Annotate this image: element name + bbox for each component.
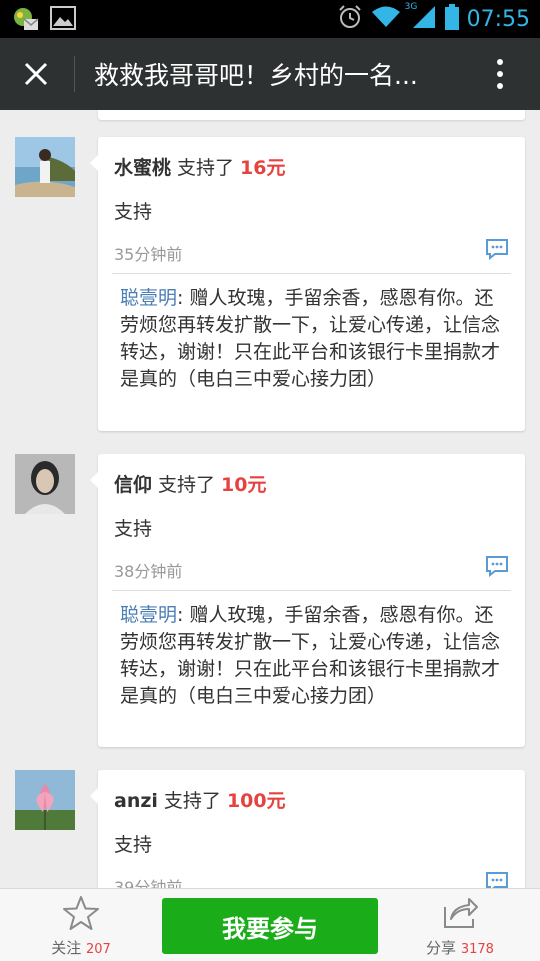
- support-time: 38分钟前: [114, 562, 183, 581]
- supporter-name[interactable]: 信仰: [114, 474, 152, 496]
- previous-card-bottom: [98, 110, 525, 120]
- image-notification-icon: [50, 6, 76, 36]
- share-button[interactable]: 分享 3178: [410, 895, 510, 958]
- support-card: 水蜜桃 支持了 16元 支持 35分钟前 聪壹明: 赠人玫瑰，手留余香，感恩有你。还…: [90, 137, 525, 431]
- comment-icon: [486, 239, 508, 261]
- reply-body: : 赠人玫瑰，手留余香，感恩有你。还劳烦您再转发扩散一下，让爱心传递，让信念转达…: [120, 604, 501, 707]
- support-time: 35分钟前: [114, 245, 183, 264]
- title-divider: [74, 56, 75, 92]
- reply-body: : 赠人玫瑰，手留余香，感恩有你。还劳烦您再转发扩散一下，让爱心传递，让信念转达…: [120, 287, 501, 390]
- support-message: 支持: [114, 201, 153, 223]
- comment-button[interactable]: [485, 237, 509, 261]
- supporter-line: 水蜜桃 支持了 16元: [114, 153, 285, 180]
- support-message: 支持: [114, 834, 153, 856]
- more-dot: [497, 59, 503, 65]
- more-menu-button[interactable]: [482, 56, 518, 92]
- support-verb: 支持了: [163, 790, 221, 812]
- share-label: 分享 3178: [410, 937, 510, 958]
- page-title: 救救我哥哥吧！乡村的一名...: [94, 61, 418, 90]
- comment-icon: [486, 872, 508, 888]
- support-card: 信仰 支持了 10元 支持 38分钟前 聪壹明: 赠人玫瑰，手留余香，感恩有你。还劳…: [90, 454, 525, 747]
- title-bar: 救救我哥哥吧！乡村的一名...: [0, 38, 540, 110]
- follow-label: 关注 207: [31, 937, 131, 958]
- wifi-icon: [371, 5, 401, 33]
- follow-button[interactable]: 关注 207: [31, 895, 131, 958]
- share-icon: [444, 898, 478, 928]
- comment-button[interactable]: [485, 870, 509, 888]
- replier-name[interactable]: 聪壹明: [120, 287, 177, 309]
- reply-text: 聪壹明: 赠人玫瑰，手留余香，感恩有你。还劳烦您再转发扩散一下，让爱心传递，让信…: [120, 285, 507, 393]
- join-button[interactable]: 我要参与: [162, 898, 378, 954]
- support-time: 39分钟前: [114, 878, 183, 888]
- support-amount: 100元: [226, 790, 286, 812]
- notification-app-icon: [12, 6, 40, 36]
- card-notch: [90, 472, 98, 488]
- support-amount: 16元: [240, 157, 286, 179]
- avatar[interactable]: [15, 137, 75, 197]
- avatar[interactable]: [15, 454, 75, 514]
- card-notch: [90, 788, 98, 804]
- support-verb: 支持了: [177, 157, 235, 179]
- support-amount: 10元: [221, 474, 267, 496]
- follow-count: 207: [85, 942, 111, 957]
- share-count: 3178: [460, 942, 494, 957]
- support-message: 支持: [114, 518, 153, 540]
- status-bar: 3G 07:55: [0, 0, 540, 38]
- reply-text: 聪壹明: 赠人玫瑰，手留余香，感恩有你。还劳烦您再转发扩散一下，让爱心传递，让信…: [120, 602, 507, 710]
- reply-divider: [112, 590, 511, 591]
- replier-name[interactable]: 聪壹明: [120, 604, 177, 626]
- alarm-icon: [337, 4, 363, 34]
- support-list[interactable]: 水蜜桃 支持了 16元 支持 35分钟前 聪壹明: 赠人玫瑰，手留余香，感恩有你。还…: [0, 110, 540, 888]
- network-type-label: 3G: [404, 2, 418, 12]
- comment-icon: [486, 556, 508, 578]
- close-button[interactable]: [16, 54, 56, 94]
- supporter-name[interactable]: 水蜜桃: [114, 157, 171, 179]
- more-dot: [497, 71, 503, 77]
- close-icon: [24, 62, 48, 86]
- bottom-action-bar: 关注 207 我要参与 分享 3178: [0, 888, 540, 961]
- clock: 07:55: [466, 6, 530, 32]
- star-icon: [63, 896, 99, 930]
- support-verb: 支持了: [158, 474, 216, 496]
- card-notch: [90, 155, 98, 171]
- follow-text: 关注: [51, 939, 82, 957]
- supporter-name[interactable]: anzi: [114, 790, 158, 812]
- more-dot: [497, 83, 503, 89]
- share-text: 分享: [426, 939, 457, 957]
- reply-divider: [112, 273, 511, 274]
- comment-button[interactable]: [485, 554, 509, 578]
- supporter-line: 信仰 支持了 10元: [114, 470, 266, 497]
- signal-icon: 3G: [405, 2, 437, 34]
- support-card: anzi 支持了 100元 支持 39分钟前: [90, 770, 525, 888]
- avatar[interactable]: [15, 770, 75, 830]
- battery-icon: [444, 4, 459, 34]
- supporter-line: anzi 支持了 100元: [114, 786, 286, 813]
